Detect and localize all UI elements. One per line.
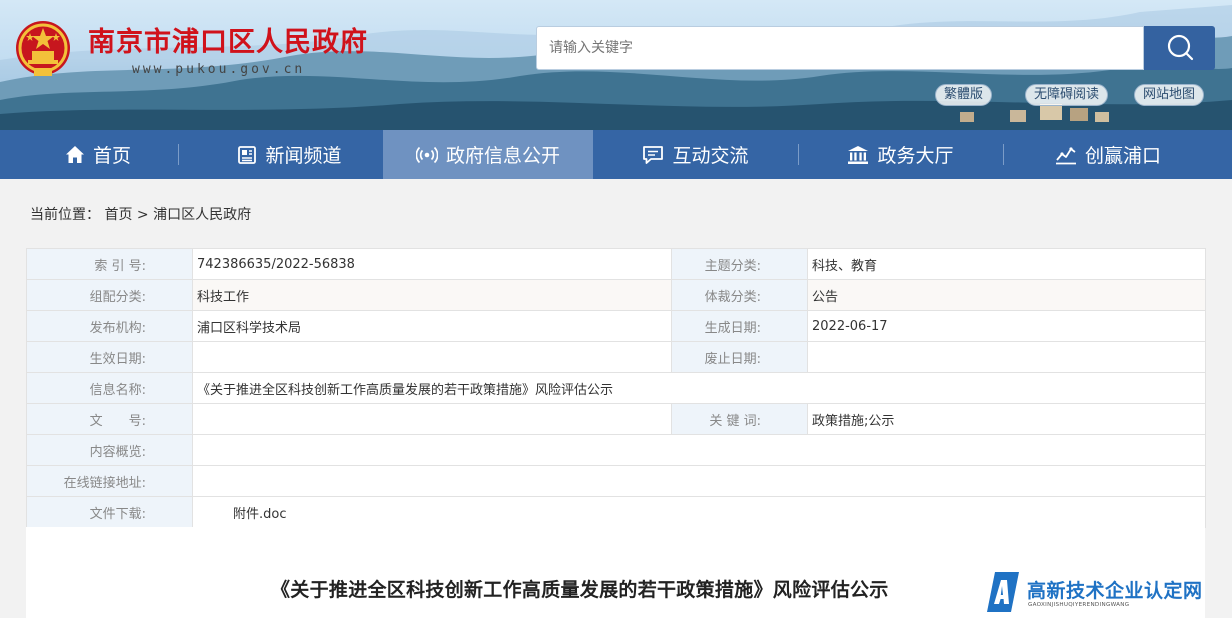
table-row: 内容概览: [26, 434, 1206, 466]
file-download-label: 文件下载: [26, 496, 193, 528]
nav-item-interaction[interactable]: 互动交流 [593, 130, 798, 179]
nav-label: 互动交流 [672, 145, 749, 167]
document-number-value [192, 403, 672, 435]
site-header: 南京市浦口区人民政府 www.pukou.gov.cn 繁體版 无障碍阅读 网站… [0, 0, 1232, 130]
site-title[interactable]: 南京市浦口区人民政府 [88, 20, 368, 59]
table-row: 发布机构: 浦口区科学技术局 生成日期: 2022-06-17 [26, 310, 1206, 342]
government-building-icon [848, 145, 869, 164]
table-row: 组配分类: 科技工作 体裁分类: 公告 [26, 279, 1206, 311]
keywords-value: 政策措施;公示 [807, 403, 1206, 435]
table-row: 在线链接地址: [26, 465, 1206, 497]
accessibility-link[interactable]: 无障碍阅读 [1025, 84, 1109, 106]
summary-label: 内容概览: [26, 434, 193, 466]
nav-label: 政务大厅 [877, 145, 954, 167]
online-link-label: 在线链接地址: [26, 465, 193, 497]
search-button[interactable] [1144, 26, 1215, 70]
table-row: 文件下载: 附件.doc [26, 496, 1206, 528]
nav-item-service-hall[interactable]: 政务大厅 [798, 130, 1003, 179]
document-number-label: 文 号: [26, 403, 193, 435]
table-row: 信息名称: 《关于推进全区科技创新工作高质量发展的若干政策措施》风险评估公示 [26, 372, 1206, 404]
keywords-label: 关 键 词: [671, 403, 808, 435]
genre-category-value: 公告 [807, 279, 1206, 311]
attachment-download-link[interactable]: 附件.doc [233, 507, 287, 522]
chat-icon [643, 145, 664, 164]
info-name-value: 《关于推进全区科技创新工作高质量发展的若干政策措施》风险评估公示 [192, 372, 1206, 404]
nav-item-home[interactable]: 首页 [0, 130, 196, 179]
nav-label: 创赢浦口 [1084, 145, 1161, 167]
nav-divider [178, 144, 179, 165]
table-row: 索 引 号: 742386635/2022-56838 主题分类: 科技、教育 [26, 248, 1206, 280]
topic-category-value: 科技、教育 [807, 248, 1206, 280]
watermark-title: 高新技术企业认定网 [1027, 580, 1203, 602]
broadcast-icon [415, 146, 438, 163]
watermark: 高新技术企业认定网 GAOXINJISHUQIYERENDINGWANG [985, 568, 1232, 618]
nav-item-gov-info[interactable]: 政府信息公开 [383, 130, 593, 179]
file-download-cell: 附件.doc [192, 496, 1206, 528]
summary-value [192, 434, 1206, 466]
main-nav: 首页 新闻频道 政府信息公开 互动交流 政务大厅 创赢浦口 [0, 130, 1232, 179]
article-title: 《关于推进全区科技创新工作高质量发展的若干政策措施》风险评估公示 [271, 579, 889, 601]
effective-date-value [192, 341, 672, 373]
index-number-value: 742386635/2022-56838 [192, 248, 672, 280]
breadcrumb-separator: > [136, 207, 149, 223]
nav-label: 新闻频道 [265, 145, 342, 167]
genre-category-label: 体裁分类: [671, 279, 808, 311]
online-link-value [192, 465, 1206, 497]
expiry-date-value [807, 341, 1206, 373]
topic-category-label: 主题分类: [671, 248, 808, 280]
table-row: 文 号: 关 键 词: 政策措施;公示 [26, 403, 1206, 435]
newspaper-icon [238, 145, 257, 164]
document-info-table: 索 引 号: 742386635/2022-56838 主题分类: 科技、教育 … [26, 248, 1206, 528]
national-emblem-logo [16, 21, 70, 76]
breadcrumb-prefix: 当前位置： [30, 207, 100, 223]
search-icon [1167, 34, 1193, 61]
breadcrumb-home-link[interactable]: 首页 [104, 207, 132, 223]
index-number-label: 索 引 号: [26, 248, 193, 280]
traditional-chinese-link[interactable]: 繁體版 [935, 84, 993, 106]
group-category-value: 科技工作 [192, 279, 672, 311]
nav-label: 政府信息公开 [445, 145, 560, 167]
group-category-label: 组配分类: [26, 279, 193, 311]
sitemap-link[interactable]: 网站地图 [1134, 84, 1205, 106]
info-name-label: 信息名称: [26, 372, 193, 404]
created-date-label: 生成日期: [671, 310, 808, 342]
search-input[interactable] [536, 26, 1144, 70]
publisher-value: 浦口区科学技术局 [192, 310, 672, 342]
created-date-value: 2022-06-17 [807, 310, 1206, 342]
watermark-logo-icon [987, 572, 1019, 612]
chart-icon [1055, 146, 1076, 164]
effective-date-label: 生效日期: [26, 341, 193, 373]
publisher-label: 发布机构: [26, 310, 193, 342]
table-row: 生效日期: 废止日期: [26, 341, 1206, 373]
nav-label: 首页 [92, 145, 131, 167]
site-url: www.pukou.gov.cn [132, 62, 306, 77]
watermark-subtitle: GAOXINJISHUQIYERENDINGWANG [1028, 602, 1130, 608]
breadcrumb: 当前位置： 首页 > 浦口区人民政府 [30, 204, 251, 224]
breadcrumb-current-link[interactable]: 浦口区人民政府 [153, 207, 251, 223]
expiry-date-label: 废止日期: [671, 341, 808, 373]
nav-item-news[interactable]: 新闻频道 [196, 130, 383, 179]
nav-item-win-pukou[interactable]: 创赢浦口 [1003, 130, 1213, 179]
home-icon [65, 145, 84, 163]
